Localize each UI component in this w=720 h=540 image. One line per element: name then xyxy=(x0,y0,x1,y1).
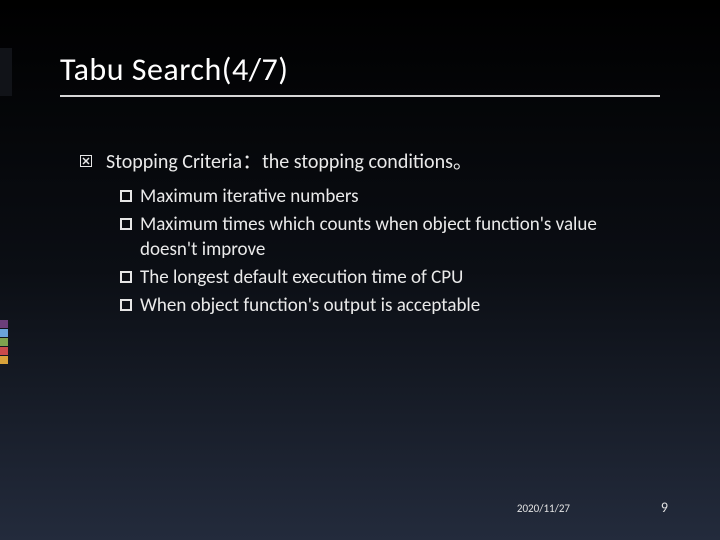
sub-item-text: When object function's output is accepta… xyxy=(140,293,610,319)
slide-title: Tabu Search(4/7) xyxy=(60,50,660,89)
box-bullet-icon xyxy=(120,218,132,230)
accent-tick xyxy=(0,347,8,355)
list-item: The longest default execution time of CP… xyxy=(120,265,610,291)
body-content: Stopping Criteria：the stopping condition… xyxy=(60,149,660,318)
accent-tick xyxy=(0,356,8,364)
main-bullet-row: Stopping Criteria：the stopping condition… xyxy=(80,149,660,176)
sub-item-text: The longest default execution time of CP… xyxy=(140,265,610,291)
list-item: Maximum iterative numbers xyxy=(120,184,610,210)
box-bullet-icon xyxy=(120,299,132,311)
sub-item-text: Maximum iterative numbers xyxy=(140,184,610,210)
title-area: Tabu Search(4/7) xyxy=(60,50,660,107)
title-underline xyxy=(60,95,660,97)
accent-tick xyxy=(0,329,8,337)
box-bullet-icon xyxy=(120,190,132,202)
footer-date: 2020/11/27 xyxy=(517,502,570,515)
accent-tick xyxy=(0,320,8,328)
accent-tick xyxy=(0,338,8,346)
sub-item-text: Maximum times which counts when object f… xyxy=(140,212,610,263)
accent-ticks xyxy=(0,320,8,365)
main-point-text: Stopping Criteria：the stopping condition… xyxy=(106,149,473,176)
slide: Tabu Search(4/7) Stopping Criteria：the s… xyxy=(0,0,720,540)
list-item: When object function's output is accepta… xyxy=(120,293,610,319)
footer-page-number: 9 xyxy=(661,499,668,516)
corner-accent xyxy=(0,48,12,96)
bullet-marker-icon xyxy=(80,155,92,167)
list-item: Maximum times which counts when object f… xyxy=(120,212,610,263)
box-bullet-icon xyxy=(120,271,132,283)
sublist: Maximum iterative numbers Maximum times … xyxy=(120,184,610,318)
